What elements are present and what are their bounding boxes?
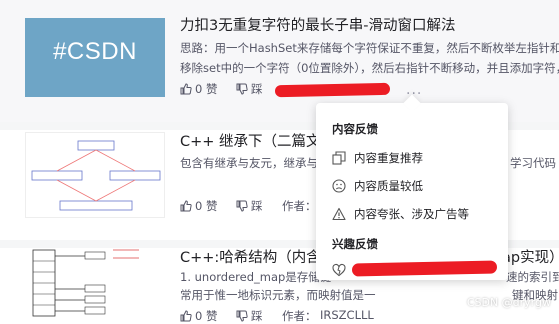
article-title-tail[interactable]: ap实现） (502, 246, 559, 267)
content-feedback-title: 内容反馈 (332, 122, 378, 136)
dislike-button[interactable]: 踩 (236, 198, 263, 214)
feedback-option-exaggerated-ad[interactable]: 内容夸张、涉及广告等 (332, 206, 469, 222)
csdn-logo-text: #CSDN (53, 38, 137, 65)
article-thumbnail[interactable]: #CSDN (25, 18, 165, 97)
csdn-watermark: CSDN @dryrgw (466, 296, 551, 309)
article-thumbnail[interactable] (25, 248, 165, 318)
author-name[interactable]: IRSZCLLL (320, 308, 374, 322)
article-title[interactable]: C++ 继承下（二篇文章 (180, 130, 335, 151)
author-label: 作者： (282, 199, 317, 213)
feedback-option-label: 内容质量较低 (354, 179, 423, 193)
article-desc-tail: 学习代码 (510, 156, 556, 170)
thumbs-down-icon (236, 310, 248, 322)
article-title[interactable]: C++:哈希结构（内含u (180, 246, 330, 267)
warning-icon (332, 207, 346, 221)
like-count: 0 赞 (195, 82, 218, 96)
feedback-popup: 内容反馈 内容重复推荐 内容质量较低 内容夸张、涉及广告等 兴趣反馈 (316, 94, 508, 280)
thumbs-down-icon (236, 83, 248, 95)
like-button[interactable]: 0 赞 (180, 81, 217, 97)
heart-broken-icon (332, 263, 346, 277)
feedback-option-interest[interactable] (332, 263, 354, 277)
like-count: 0 赞 (195, 309, 218, 323)
feedback-option-duplicate[interactable]: 内容重复推荐 (332, 150, 423, 166)
article-feed: #CSDN 力扣3无重复字符的最长子串-滑动窗口解法 思路：用一个HashSet… (0, 0, 559, 323)
feedback-option-label: 内容重复推荐 (354, 151, 423, 165)
redaction-mark (274, 82, 391, 98)
feedback-option-label: 内容夸张、涉及广告等 (354, 207, 469, 221)
interest-feedback-title: 兴趣反馈 (332, 237, 378, 251)
class-diagram-image (31, 140, 161, 211)
sad-face-icon (332, 179, 346, 193)
article-desc-tail: 速的索引到 (506, 270, 559, 284)
dislike-label: 踩 (251, 82, 263, 96)
duplicate-icon (332, 151, 346, 165)
thumbs-down-icon (236, 200, 248, 212)
article-title[interactable]: 力扣3无重复字符的最长子串-滑动窗口解法 (180, 14, 455, 35)
like-button[interactable]: 0 赞 (180, 198, 217, 214)
like-count: 0 赞 (195, 199, 218, 213)
dislike-button[interactable]: 踩 (236, 308, 263, 324)
thumbs-up-icon (180, 310, 192, 322)
dislike-label: 踩 (251, 309, 263, 323)
like-button[interactable]: 0 赞 (180, 308, 217, 324)
article-desc-line: 常用于惟一地标识元素，而映射值是一 (180, 288, 376, 302)
article-desc-line: 思路：用一个HashSet来存储每个字符保证不重复，然后不断枚举左指针和右 (180, 41, 559, 55)
author-label: 作者： (282, 309, 317, 323)
thumbs-up-icon (180, 83, 192, 95)
article-thumbnail[interactable] (25, 132, 165, 218)
hash-table-diagram-image (32, 249, 139, 317)
dislike-label: 踩 (251, 199, 263, 213)
article-desc-line: 移除set中的一个字符（0位置除外），然后右指针不断移动，并且添加字符， (180, 61, 559, 75)
feedback-option-low-quality[interactable]: 内容质量较低 (332, 178, 423, 194)
thumbs-up-icon (180, 200, 192, 212)
dislike-button[interactable]: 踩 (236, 81, 263, 97)
